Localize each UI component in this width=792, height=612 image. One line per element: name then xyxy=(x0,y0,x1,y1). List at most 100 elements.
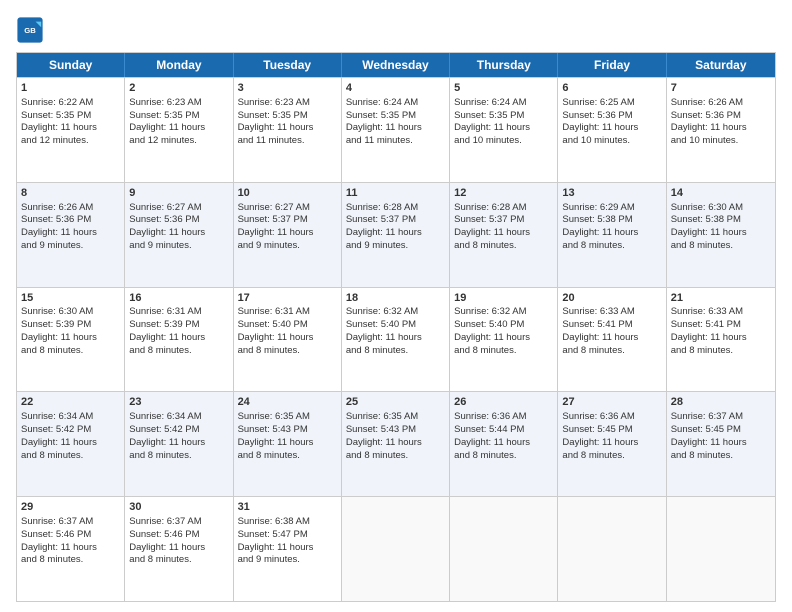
day-number: 27 xyxy=(562,395,661,410)
sunset-label: Sunset: 5:45 PM xyxy=(562,424,632,435)
daylight-label: Daylight: 11 hours xyxy=(346,227,422,238)
svg-text:GB: GB xyxy=(24,26,36,35)
daylight-label: Daylight: 11 hours xyxy=(129,437,205,448)
daylight-label: Daylight: 11 hours xyxy=(454,122,530,133)
sunrise-label: Sunrise: 6:27 AM xyxy=(129,202,201,213)
daylight-minutes: and 9 minutes. xyxy=(129,240,191,251)
sunrise-label: Sunrise: 6:22 AM xyxy=(21,97,93,108)
calendar-cell xyxy=(342,497,450,601)
calendar-cell: 24Sunrise: 6:35 AM Sunset: 5:43 PM Dayligh… xyxy=(234,392,342,496)
sunset-label: Sunset: 5:35 PM xyxy=(346,110,416,121)
daylight-label: Daylight: 11 hours xyxy=(129,122,205,133)
calendar-cell xyxy=(450,497,558,601)
sunset-label: Sunset: 5:37 PM xyxy=(454,214,524,225)
calendar-cell: 16Sunrise: 6:31 AMSunset: 5:39 PMDayligh… xyxy=(125,288,233,392)
daylight-minutes: and 8 minutes. xyxy=(671,450,733,461)
sunrise-label: Sunrise: 6:35 AM xyxy=(238,411,310,422)
day-number: 24 xyxy=(238,395,337,410)
day-number: 19 xyxy=(454,291,553,306)
daylight-label: Daylight: 11 hours xyxy=(346,332,422,343)
calendar-cell: 28Sunrise: 6:37 AMSunset: 5:45 PMDayligh… xyxy=(667,392,775,496)
sunset-label: Sunset: 5:36 PM xyxy=(129,214,199,225)
calendar-cell: 3Sunrise: 6:23 AMSunset: 5:35 PMDaylight… xyxy=(234,78,342,182)
daylight-label: Daylight: 11 hours xyxy=(671,332,747,343)
daylight-label: Daylight: 11 hours xyxy=(346,122,422,133)
day-number: 9 xyxy=(129,186,228,201)
day-number: 3 xyxy=(238,81,337,96)
calendar-cell: 19Sunrise: 6:32 AMSunset: 5:40 PMDayligh… xyxy=(450,288,558,392)
calendar-header: SundayMondayTuesdayWednesdayThursdayFrid… xyxy=(17,53,775,77)
daylight-label: Daylight: 11 hours xyxy=(562,227,638,238)
calendar-row: 15Sunrise: 6:30 AMSunset: 5:39 PMDayligh… xyxy=(17,287,775,392)
calendar-cell: 2Sunrise: 6:23 AMSunset: 5:35 PMDaylight… xyxy=(125,78,233,182)
sunset-label: Sunset: 5:46 PM xyxy=(21,529,91,540)
daylight-minutes: and 10 minutes. xyxy=(671,135,739,146)
calendar-cell: 7Sunrise: 6:26 AMSunset: 5:36 PMDaylight… xyxy=(667,78,775,182)
sunset-label: Sunset: 5:35 PM xyxy=(21,110,91,121)
day-number: 8 xyxy=(21,186,120,201)
calendar-cell: 6Sunrise: 6:25 AMSunset: 5:36 PMDaylight… xyxy=(558,78,666,182)
sunset-label: Sunset: 5:42 PM xyxy=(21,424,91,435)
daylight-minutes: and 8 minutes. xyxy=(21,450,83,461)
calendar-cell: 31Sunrise: 6:38 AMSunset: 5:47 PMDayligh… xyxy=(234,497,342,601)
calendar-cell: 26Sunrise: 6:36 AMSunset: 5:44 PMDayligh… xyxy=(450,392,558,496)
daylight-label: Daylight: 11 hours xyxy=(21,227,97,238)
calendar-row: 29Sunrise: 6:37 AMSunset: 5:46 PMDayligh… xyxy=(17,496,775,601)
daylight-minutes: and 8 minutes. xyxy=(562,345,624,356)
daylight-minutes: and 8 minutes. xyxy=(562,450,624,461)
day-number: 5 xyxy=(454,81,553,96)
sunrise-label: Sunrise: 6:24 AM xyxy=(454,97,526,108)
daylight-minutes: and 8 minutes. xyxy=(346,345,408,356)
daylight-minutes: and 8 minutes. xyxy=(21,554,83,565)
day-number: 14 xyxy=(671,186,771,201)
calendar-cell: 25Sunrise: 6:35 AMSunset: 5:43 PMDayligh… xyxy=(342,392,450,496)
daylight-label: Daylight: 11 hours xyxy=(671,122,747,133)
sunrise-label: Sunrise: 6:29 AM xyxy=(562,202,634,213)
sunrise-label: Sunrise: 6:32 AM xyxy=(454,306,526,317)
day-number: 7 xyxy=(671,81,771,96)
sunset-label: Sunset: 5:39 PM xyxy=(129,319,199,330)
day-number: 6 xyxy=(562,81,661,96)
daylight-label: Daylight: 11 hours xyxy=(562,332,638,343)
sunset-label: Sunset: 5:46 PM xyxy=(129,529,199,540)
daylight-minutes: and 8 minutes. xyxy=(346,450,408,461)
header-day: Monday xyxy=(125,53,233,77)
daylight-label: Daylight: 11 hours xyxy=(238,437,314,448)
sunrise-label: Sunrise: 6:26 AM xyxy=(671,97,743,108)
calendar-cell: 17Sunrise: 6:31 AMSunset: 5:40 PMDayligh… xyxy=(234,288,342,392)
daylight-label: Daylight: 11 hours xyxy=(129,542,205,553)
day-number: 22 xyxy=(21,395,120,410)
sunrise-label: Sunrise: 6:35 AM xyxy=(346,411,418,422)
sunrise-label: Sunrise: 6:38 AM xyxy=(238,516,310,527)
calendar-cell: 15Sunrise: 6:30 AMSunset: 5:39 PMDayligh… xyxy=(17,288,125,392)
day-number: 11 xyxy=(346,186,445,201)
sunset-label: Sunset: 5:37 PM xyxy=(346,214,416,225)
sunrise-label: Sunrise: 6:31 AM xyxy=(238,306,310,317)
daylight-minutes: and 8 minutes. xyxy=(454,345,516,356)
sunrise-label: Sunrise: 6:24 AM xyxy=(346,97,418,108)
day-number: 25 xyxy=(346,395,445,410)
daylight-minutes: and 8 minutes. xyxy=(129,554,191,565)
calendar-cell: 21Sunrise: 6:33 AMSunset: 5:41 PMDayligh… xyxy=(667,288,775,392)
header-day: Wednesday xyxy=(342,53,450,77)
sunset-label: Sunset: 5:36 PM xyxy=(562,110,632,121)
sunset-label: Sunset: 5:41 PM xyxy=(671,319,741,330)
daylight-label: Daylight: 11 hours xyxy=(21,122,97,133)
day-number: 15 xyxy=(21,291,120,306)
sunset-label: Sunset: 5:37 PM xyxy=(238,214,308,225)
sunrise-label: Sunrise: 6:37 AM xyxy=(129,516,201,527)
calendar-cell: 22Sunrise: 6:34 AMSunset: 5:42 PMDayligh… xyxy=(17,392,125,496)
sunrise-label: Sunrise: 6:34 AM xyxy=(129,411,201,422)
daylight-label: Daylight: 11 hours xyxy=(129,227,205,238)
sunset-label: Sunset: 5:40 PM xyxy=(238,319,308,330)
daylight-label: Daylight: 11 hours xyxy=(238,332,314,343)
header-day: Tuesday xyxy=(234,53,342,77)
sunrise-label: Sunrise: 6:32 AM xyxy=(346,306,418,317)
calendar-cell: 5Sunrise: 6:24 AMSunset: 5:35 PMDaylight… xyxy=(450,78,558,182)
day-number: 10 xyxy=(238,186,337,201)
sunrise-label: Sunrise: 6:34 AM xyxy=(21,411,93,422)
day-number: 18 xyxy=(346,291,445,306)
daylight-minutes: and 8 minutes. xyxy=(454,240,516,251)
sunset-label: Sunset: 5:43 PM xyxy=(238,424,308,435)
daylight-minutes: and 9 minutes. xyxy=(21,240,83,251)
